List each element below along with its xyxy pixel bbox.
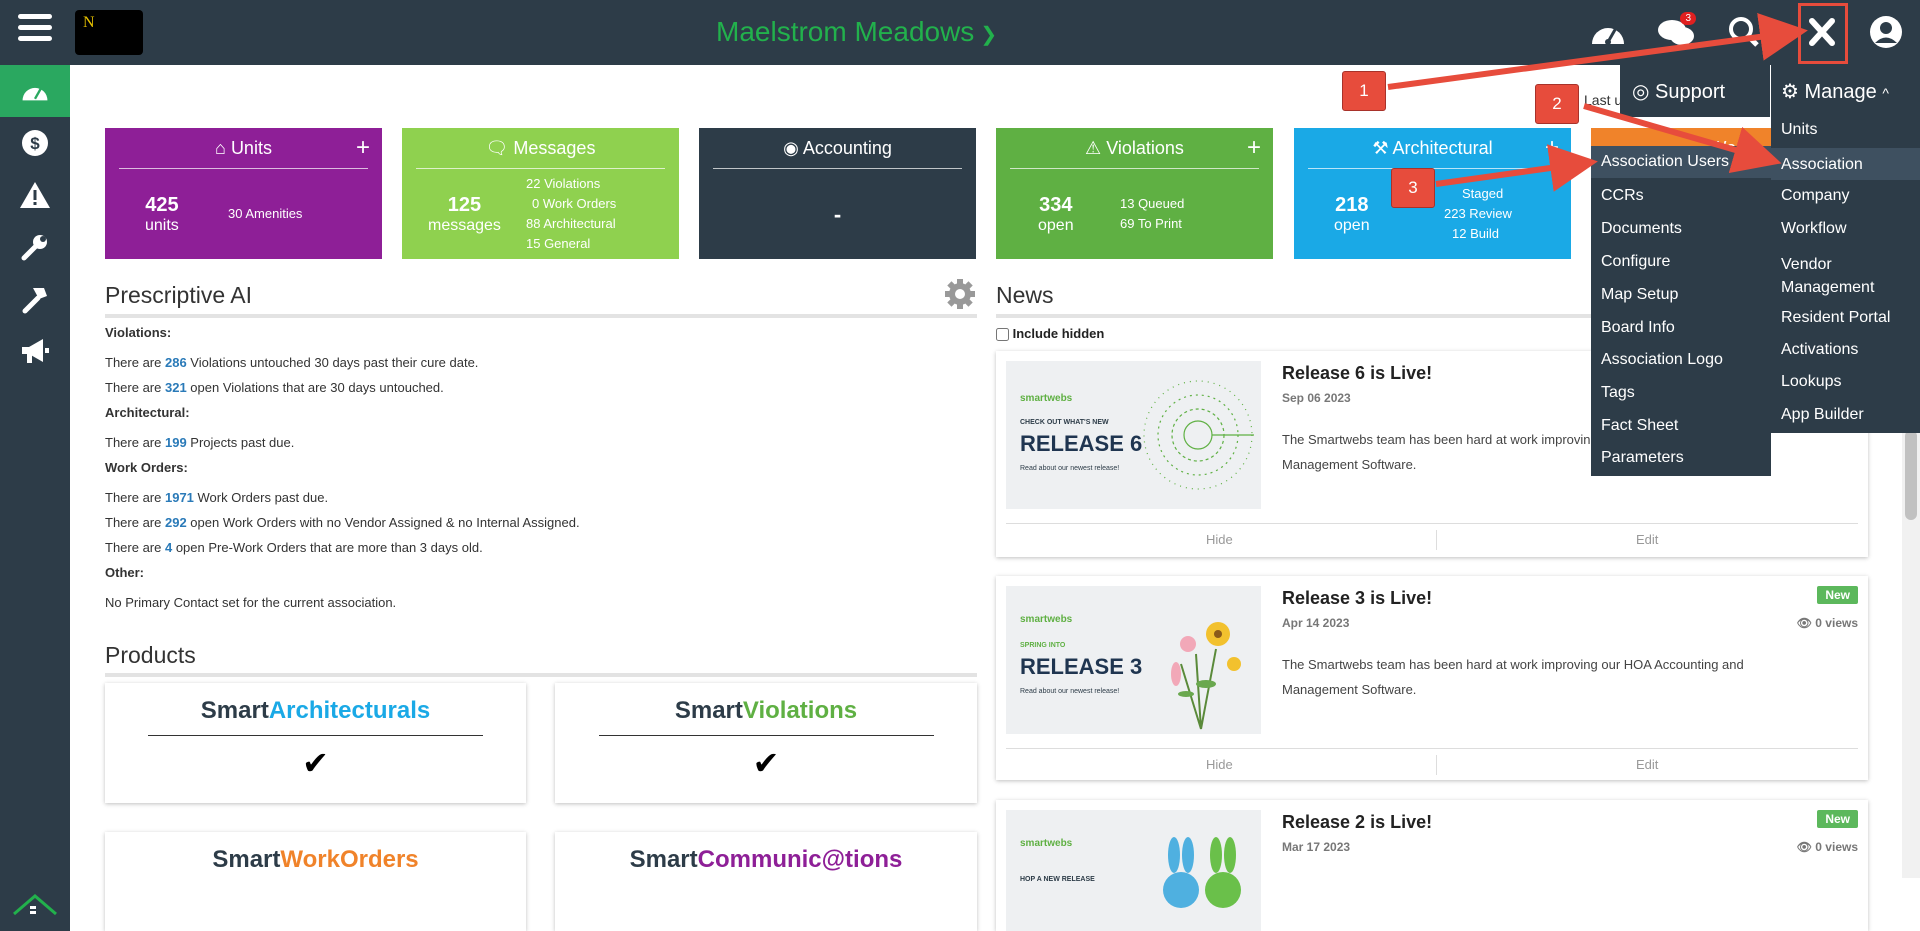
annotation-arrows	[1387, 13, 1808, 192]
arrow-1	[1387, 13, 1808, 90]
arrow-2	[1583, 103, 1782, 174]
callout-2: 2	[1535, 84, 1579, 124]
callout-3: 3	[1391, 168, 1435, 208]
arrow-3	[1435, 144, 1598, 192]
callout-1: 1	[1342, 71, 1386, 111]
